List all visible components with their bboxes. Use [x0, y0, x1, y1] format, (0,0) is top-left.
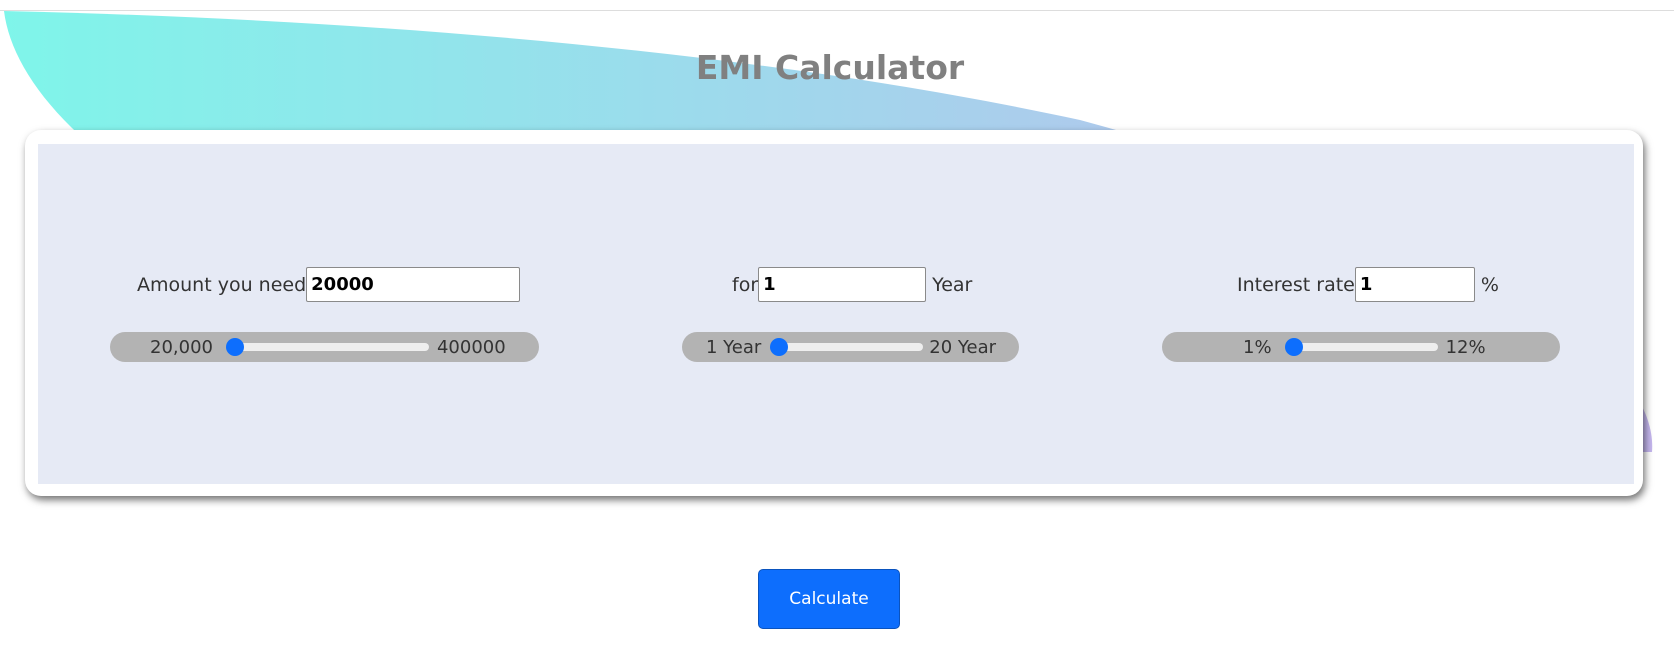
tenure-input[interactable] [758, 267, 927, 302]
tenure-unit-label: Year [932, 273, 973, 296]
amount-range-bar: 20,000 400000 [110, 332, 539, 362]
amount-slider-thumb[interactable] [225, 338, 244, 356]
interest-slider-thumb[interactable] [1284, 338, 1303, 356]
tenure-field-group: for Year [732, 267, 972, 302]
tenure-min-label: 1 Year [706, 336, 762, 358]
interest-field-group: Interest rate % [1237, 267, 1499, 302]
page: EMI Calculator Amount you need 20,000 40… [0, 0, 1674, 659]
amount-label: Amount you need [137, 273, 307, 296]
amount-input[interactable] [306, 267, 521, 302]
interest-max-label: 12% [1445, 336, 1486, 358]
interest-input[interactable] [1354, 267, 1475, 302]
page-title: EMI Calculator [695, 48, 965, 87]
amount-min-label: 20,000 [150, 336, 213, 358]
tenure-max-label: 20 Year [929, 336, 997, 358]
amount-field-group: Amount you need [137, 267, 521, 302]
tenure-slider-thumb[interactable] [770, 338, 789, 356]
interest-slider[interactable] [1284, 338, 1438, 356]
interest-range-bar: 1% 12% [1162, 332, 1560, 362]
tenure-label: for [732, 273, 759, 296]
calculator-panel [38, 144, 1634, 484]
tenure-slider[interactable] [770, 338, 924, 356]
calculate-button[interactable]: Calculate [758, 569, 900, 629]
amount-slider[interactable] [225, 338, 429, 356]
amount-max-label: 400000 [436, 336, 506, 358]
tenure-range-bar: 1 Year 20 Year [682, 332, 1019, 362]
interest-unit-label: % [1480, 273, 1499, 296]
interest-min-label: 1% [1243, 336, 1272, 358]
interest-label: Interest rate [1237, 273, 1355, 296]
